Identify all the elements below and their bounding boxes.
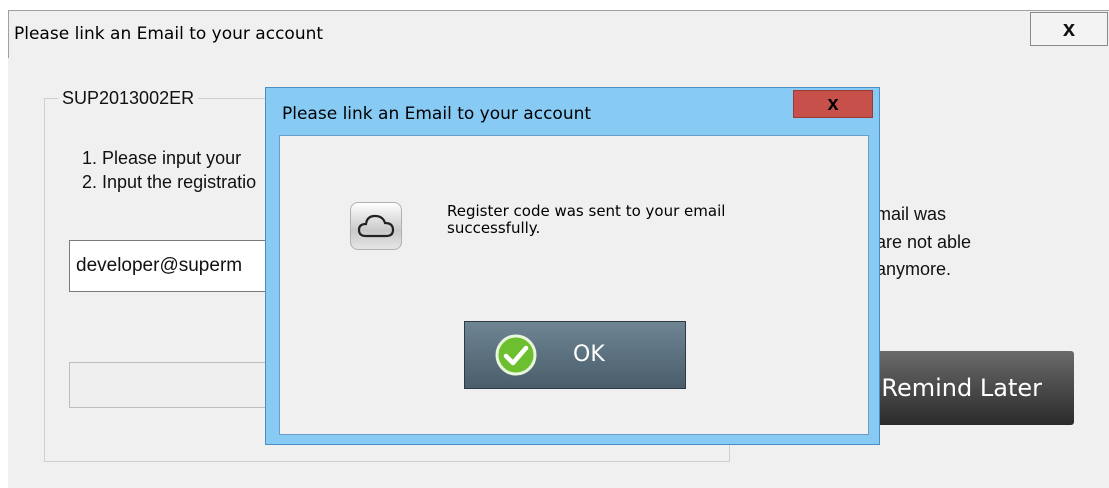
check-icon: [495, 334, 537, 376]
instruction-line-2: 2. Input the registratio: [82, 172, 257, 192]
dialog-message: Register code was sent to your email suc…: [447, 202, 726, 237]
message-dialog: Please link an Email to your account x R…: [265, 87, 880, 445]
icloud-icon: [350, 202, 402, 250]
remind-later-button[interactable]: Remind Later: [862, 351, 1074, 425]
dialog-title: Please link an Email to your account: [282, 104, 592, 124]
dialog-body: Register code was sent to your email suc…: [279, 135, 869, 435]
note-line-1: mail was: [876, 204, 947, 224]
note-line-3: anymore.: [876, 259, 952, 279]
note-line-2: are not able: [876, 232, 972, 252]
group-label: SUP2013002ER: [58, 88, 199, 109]
instruction-line-1: 1. Please input your: [82, 148, 242, 168]
parent-close-button[interactable]: x: [1030, 12, 1108, 46]
ok-label: OK: [573, 342, 605, 367]
ok-button[interactable]: OK: [464, 321, 686, 389]
parent-window-title: Please link an Email to your account: [14, 24, 324, 44]
dialog-close-button[interactable]: x: [793, 90, 873, 118]
remind-later-label: Remind Later: [881, 374, 1042, 402]
